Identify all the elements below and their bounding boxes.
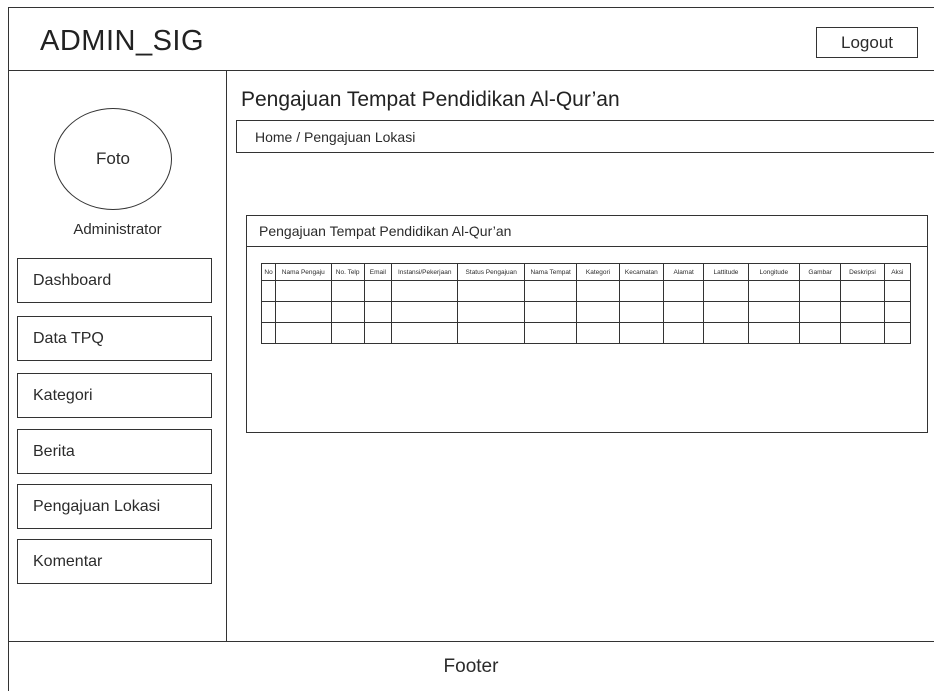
table-cell — [703, 301, 749, 323]
user-role: Administrator — [73, 221, 162, 238]
table-cell — [576, 322, 620, 344]
avatar-label: Foto — [95, 149, 131, 168]
table-cell — [618, 322, 665, 344]
breadcrumb: Home / Pengajuan Lokasi — [236, 120, 934, 153]
table-cell — [390, 322, 459, 344]
table-cell — [330, 322, 365, 344]
table-cell — [260, 280, 277, 302]
column-header: No. Telp — [330, 263, 365, 281]
avatar: Foto — [54, 108, 172, 210]
sidebar-item-label: Dashboard — [33, 271, 112, 289]
column-header: Instansi/Pekerjaan — [390, 263, 459, 281]
sidebar-item-data-tpq[interactable]: Data TPQ — [17, 316, 212, 361]
breadcrumb-text: Home / Pengajuan Lokasi — [255, 128, 416, 145]
table-cell — [840, 280, 885, 302]
logout-button[interactable]: Logout — [816, 27, 918, 58]
table-cell — [457, 301, 525, 323]
column-header: Lattitude — [703, 263, 749, 281]
column-header: Status Pengajuan — [457, 263, 525, 281]
table-cell — [662, 301, 705, 323]
table-row — [260, 280, 912, 302]
footer-label: Footer — [443, 655, 499, 677]
table-cell — [840, 301, 885, 323]
table-cell — [618, 280, 665, 302]
table-cell — [799, 280, 842, 302]
sidebar-item-label: Kategori — [33, 386, 93, 404]
column-header: Nama Tempat — [523, 263, 578, 281]
page-title: Pengajuan Tempat Pendidikan Al-Qur’an — [241, 88, 620, 111]
table-cell — [883, 301, 912, 323]
table-cell — [703, 280, 749, 302]
column-header: Kecamatan — [618, 263, 665, 281]
table-row — [260, 322, 912, 344]
submission-table: No Nama Pengaju No. Telp Email Instansi/… — [260, 263, 912, 344]
table-cell — [747, 322, 801, 344]
column-header: Kategori — [576, 263, 620, 281]
table-cell — [330, 280, 365, 302]
table-cell — [363, 280, 392, 302]
column-header: Deskripsi — [840, 263, 885, 281]
table-cell — [576, 301, 620, 323]
table-cell — [390, 280, 459, 302]
table-cell — [523, 280, 578, 302]
table-cell — [457, 280, 525, 302]
sidebar-item-label: Komentar — [33, 552, 103, 570]
table-cell — [747, 301, 801, 323]
sidebar-item-komentar[interactable]: Komentar — [17, 539, 212, 584]
table-cell — [523, 322, 578, 344]
table-row — [260, 301, 912, 323]
table-cell — [275, 280, 332, 302]
panel-title: Pengajuan Tempat Pendidikan Al-Qur’an — [247, 216, 927, 247]
table-cell — [330, 301, 365, 323]
table-cell — [363, 322, 392, 344]
sidebar-item-berita[interactable]: Berita — [17, 429, 212, 474]
sidebar-item-dashboard[interactable]: Dashboard — [17, 258, 212, 303]
column-header: Aksi — [883, 263, 912, 281]
sidebar-item-label: Data TPQ — [33, 329, 104, 347]
column-header: Nama Pengaju — [275, 263, 332, 281]
table-cell — [576, 280, 620, 302]
footer: Footer — [8, 641, 934, 691]
table-cell — [390, 301, 459, 323]
column-header: Longitude — [747, 263, 801, 281]
table-cell — [363, 301, 392, 323]
table-cell — [662, 322, 705, 344]
table-cell — [457, 322, 525, 344]
table-cell — [618, 301, 665, 323]
table-cell — [275, 322, 332, 344]
table-cell — [883, 322, 912, 344]
panel-title-text: Pengajuan Tempat Pendidikan Al-Qur’an — [259, 223, 512, 239]
column-header: No — [260, 263, 277, 281]
column-header: Alamat — [662, 263, 705, 281]
table-cell — [260, 301, 277, 323]
sidebar-item-label: Pengajuan Lokasi — [33, 497, 161, 515]
submission-panel: Pengajuan Tempat Pendidikan Al-Qur’an No… — [246, 215, 928, 433]
column-header: Gambar — [799, 263, 842, 281]
table-cell — [662, 280, 705, 302]
top-header: ADMIN_SIG Logout — [8, 7, 934, 71]
table-cell — [883, 280, 912, 302]
column-header: Email — [363, 263, 392, 281]
app-title: ADMIN_SIG — [40, 25, 205, 57]
sidebar: Foto Administrator Dashboard Data TPQ Ka… — [8, 71, 227, 641]
table-header-row: No Nama Pengaju No. Telp Email Instansi/… — [260, 263, 912, 281]
sidebar-item-pengajuan-lokasi[interactable]: Pengajuan Lokasi — [17, 484, 212, 529]
table-cell — [840, 322, 885, 344]
table-cell — [260, 322, 277, 344]
table-cell — [703, 322, 749, 344]
table-cell — [799, 322, 842, 344]
sidebar-item-kategori[interactable]: Kategori — [17, 373, 212, 418]
table-cell — [747, 280, 801, 302]
sidebar-item-label: Berita — [33, 442, 75, 460]
table-body — [260, 280, 912, 344]
table-cell — [523, 301, 578, 323]
table-cell — [275, 301, 332, 323]
table-cell — [799, 301, 842, 323]
